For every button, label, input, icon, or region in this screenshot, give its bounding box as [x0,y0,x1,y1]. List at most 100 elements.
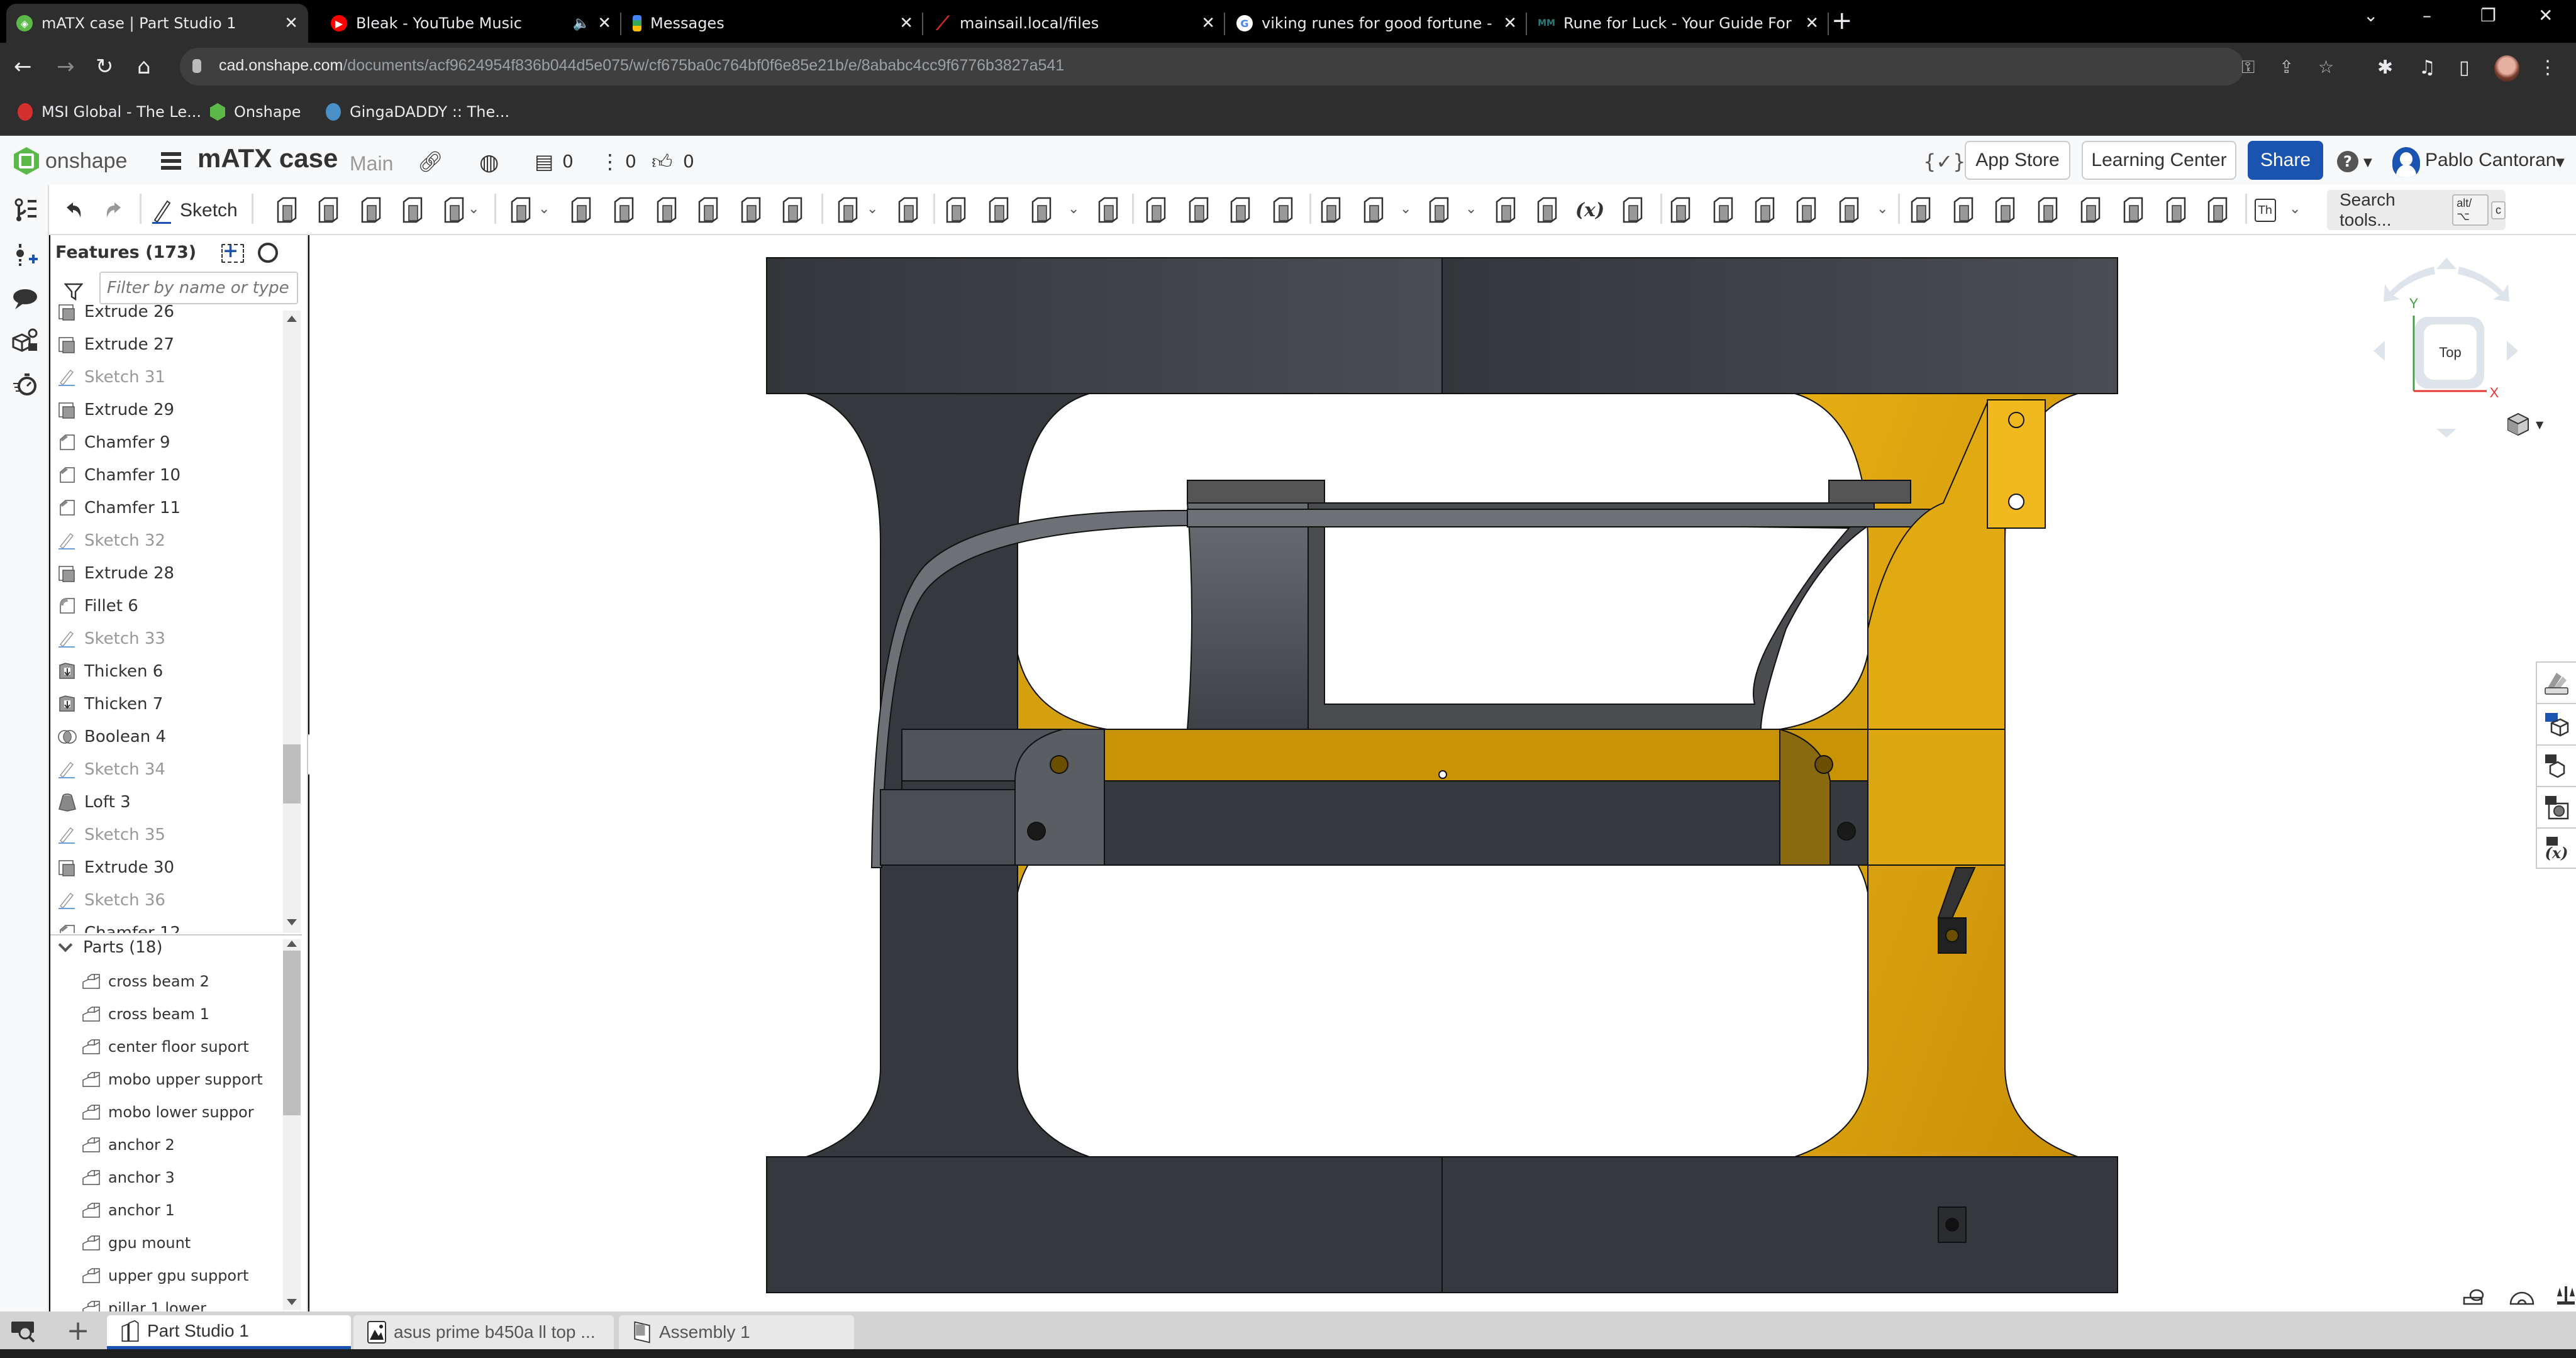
rib-tool-icon[interactable] [654,196,679,224]
bend-tool-icon[interactable] [1951,196,1976,224]
helix-tool-icon[interactable] [1426,196,1452,224]
bookmark-gingadaddy[interactable]: GingaDADDY :: The... [326,103,509,121]
bookmark-onshape[interactable]: Onshape [210,103,301,121]
sheet-metal-tool-icon[interactable] [1668,196,1693,224]
password-key-icon[interactable]: ⚿ [2241,57,2255,78]
variable-tool-icon[interactable]: (x) [1575,196,1604,224]
part-item[interactable]: upper gpu support [82,1262,248,1289]
like-thumb-icon[interactable]: 👍︎ [652,150,672,174]
search-tools-input[interactable]: Search tools... alt/⌥ c [2327,190,2506,230]
draft-tool-icon[interactable] [611,196,636,224]
browser-tab-google-search[interactable]: G viking runes for good fortune - G ✕ [1226,4,1527,43]
public-globe-icon[interactable]: ◍ [479,150,499,175]
feature-item-loft[interactable]: Loft 3 [58,786,131,819]
thread-tool-icon[interactable] [780,196,805,224]
user-dropdown-icon[interactable]: ▼ [2556,156,2565,169]
sketch-button[interactable]: Sketch [151,197,238,224]
close-tab-icon[interactable]: ✕ [1805,14,1819,33]
replace-face-tool-icon[interactable] [1228,196,1253,224]
tool-dropdown-chevron-icon[interactable]: ⌄ [538,201,550,217]
part-item[interactable]: gpu mount [82,1230,191,1256]
part-item[interactable]: center floor suport [82,1034,249,1060]
bookmark-star-icon[interactable]: ☆ [2318,57,2334,77]
feature-item-chamfer[interactable]: Chamfer 10 [58,459,180,492]
cad-model[interactable] [309,235,2576,1311]
help-dropdown-icon[interactable]: ▼ [2363,156,2372,169]
side-panel-icon[interactable]: ▯ [2459,57,2470,79]
bend-relief-tool-icon[interactable] [2121,196,2146,224]
derived-tool-icon[interactable] [1620,196,1645,224]
close-tab-icon[interactable]: ✕ [284,14,298,33]
comments-icon[interactable] [11,285,39,313]
redo-icon[interactable] [101,196,126,224]
feature-list-toggle-icon[interactable] [11,196,39,224]
hole-tool-icon[interactable] [738,196,763,224]
learning-center-button[interactable]: Learning Center [2082,141,2236,180]
tool-dropdown-chevron-icon[interactable]: ⌄ [1877,201,1888,217]
tab-assembly-1[interactable]: Assembly 1 [619,1315,854,1349]
scroll-down-arrow-icon[interactable] [287,1299,297,1305]
mirror-tool-icon[interactable] [896,196,921,224]
table-tool-icon[interactable] [1836,196,1862,224]
user-avatar[interactable] [2392,147,2420,177]
feature-item-sketch[interactable]: Sketch 35 [58,819,165,851]
th-tool-icon[interactable]: Th [2253,196,2278,224]
appearance-panel-button[interactable] [2536,661,2576,703]
joint-tool-icon[interactable] [2078,196,2103,224]
bookmark-msi[interactable]: MSI Global - The Le... [18,103,201,121]
url-text[interactable]: cad.onshape.com/documents/acf9624954f836… [219,57,1064,75]
feature-item-fillet[interactable]: Fillet 6 [58,590,138,622]
rollback-timer-icon[interactable] [258,243,278,263]
home-button[interactable]: ⌂ [137,54,151,79]
close-tab-icon[interactable]: ✕ [899,14,913,33]
measure-tape-icon[interactable] [2463,1289,2484,1308]
boolean-tool-icon[interactable] [943,196,969,224]
app-store-button[interactable]: App Store [1965,141,2070,180]
mass-properties-scale-icon[interactable] [2556,1285,2576,1308]
flange-tool-icon[interactable] [1794,196,1819,224]
share-button[interactable]: Share [2248,141,2323,180]
restore-button[interactable]: ❐ [2480,5,2496,26]
offset-surface-tool-icon[interactable] [1270,196,1296,224]
browser-tab-youtube-music[interactable]: ▶ Bleak - YouTube Music 🔈 ✕ [321,4,621,43]
back-button[interactable]: ← [14,54,32,79]
tool-dropdown-chevron-icon[interactable]: ⌄ [2289,201,2301,217]
scrollbar-thumb[interactable] [283,744,301,803]
feature-item-sketch[interactable]: Sketch 33 [58,622,165,655]
branches-icon[interactable]: ⋮ [600,150,620,174]
feature-filter-input[interactable] [99,272,298,304]
reload-button[interactable]: ↻ [96,54,114,79]
render-mode-dropdown-icon[interactable]: ▼ [2536,419,2543,431]
chamfer-tool-icon[interactable] [569,196,594,224]
tab-search-icon[interactable] [11,1320,36,1343]
variable-check-icon[interactable]: {✓} [1923,150,1966,174]
branch-label[interactable]: Main [350,152,393,175]
browser-tab-messages[interactable]: Messages ✕ [623,4,923,43]
close-window-button[interactable]: ✕ [2538,5,2553,26]
configurations-panel-button[interactable] [2536,703,2576,744]
parts-list-scrollbar[interactable] [283,939,301,1310]
tool-dropdown-chevron-icon[interactable]: ⌄ [867,201,878,217]
minimize-button[interactable]: – [2423,5,2431,26]
feature-item-sketch[interactable]: Sketch 34 [58,753,165,786]
feature-item-extrude[interactable]: Extrude 29 [58,394,174,426]
delete-face-tool-icon[interactable] [1186,196,1211,224]
tab-tool-icon[interactable] [1908,196,1933,224]
delete-part-tool-icon[interactable] [1096,196,1121,224]
part-item[interactable]: pillar 1 lower [82,1295,206,1311]
scroll-up-arrow-icon[interactable] [287,316,297,322]
protractor-icon[interactable] [2509,1288,2534,1308]
corner-break-tool-icon[interactable] [2163,196,2189,224]
instances-lock-icon[interactable] [11,327,39,355]
fillet-tool-icon[interactable] [508,196,533,224]
tool-dropdown-chevron-icon[interactable]: ⌄ [1068,201,1079,217]
shell-tool-icon[interactable] [696,196,721,224]
link-icon[interactable]: 🔗︎ [418,150,443,174]
hem-tool-icon[interactable] [2035,196,2060,224]
share-page-icon[interactable]: ⇪ [2279,57,2294,77]
browser-tab-rune-luck[interactable]: MM Rune for Luck - Your Guide For M ✕ [1528,4,1829,43]
feature-item-chamfer[interactable]: Chamfer 11 [58,492,180,524]
close-tab-icon[interactable]: ✕ [1201,14,1215,33]
help-icon[interactable]: ? [2337,151,2358,172]
render-mode-button[interactable]: ▼ [2507,412,2543,436]
